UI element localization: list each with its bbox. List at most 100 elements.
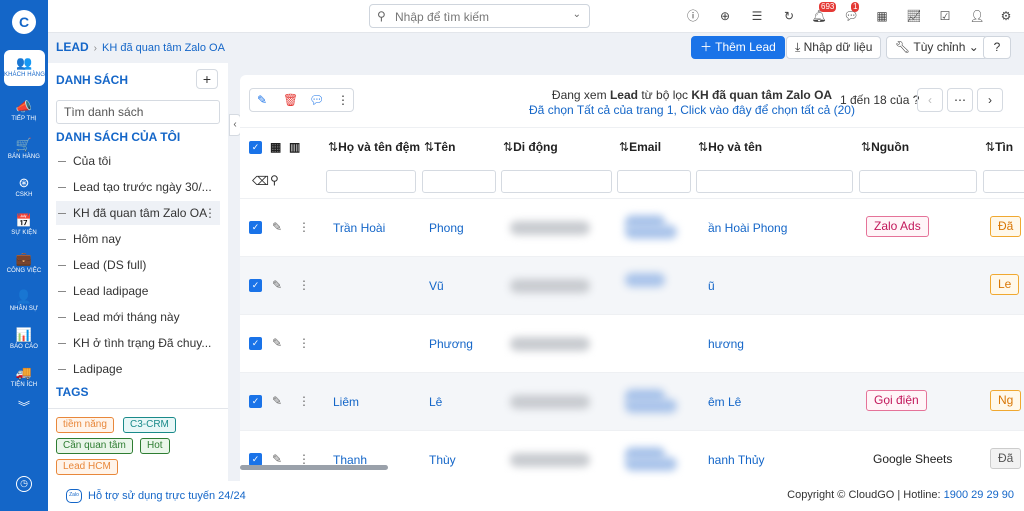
first-name-cell[interactable]: Phong [429, 221, 464, 235]
checkbox-icon[interactable]: ☑ [937, 8, 953, 24]
rail-item-1[interactable]: 📣 TIẾP THỊ [0, 94, 48, 130]
horizontal-scrollbar[interactable] [240, 465, 388, 470]
settings-icon[interactable]: ⚙ [998, 8, 1014, 24]
first-name-cell[interactable]: Phương [429, 337, 473, 351]
list-icon[interactable]: ☰ [749, 8, 765, 24]
add-list-button[interactable]: + [196, 69, 218, 89]
pencil-icon[interactable]: ✎ [272, 394, 282, 408]
app-logo[interactable]: C [12, 10, 36, 34]
select-all-checkbox[interactable]: ✓ [249, 141, 262, 154]
pencil-icon[interactable]: ✎ [272, 336, 282, 350]
filter-first-name[interactable] [422, 170, 496, 193]
user-icon[interactable]: 👤︎ [969, 8, 985, 24]
rail-item-3[interactable]: ⊛ CSKH [0, 170, 48, 206]
table-row[interactable]: ✓ ✎ ⋮ Thanh Thùy hanh Thủy Google Sheets Đã [240, 430, 1024, 481]
list-item[interactable]: Hôm nay [56, 227, 220, 251]
more-icon[interactable]: ⋮ [298, 452, 310, 466]
refresh-icon[interactable]: ↻ [781, 8, 797, 24]
clock-icon[interactable]: ◷ [16, 476, 32, 492]
column-header[interactable]: ⇅Di động [503, 140, 558, 154]
global-search-input[interactable]: ⚲ Nhập để tìm kiếm ⌄ [369, 4, 590, 28]
column-settings-icon[interactable]: ▥ [289, 140, 300, 154]
filter-middle-name[interactable] [326, 170, 416, 193]
list-item[interactable]: KH đã quan tâm Zalo OA ⋮ [56, 201, 220, 225]
rail-item-0[interactable]: 👥 KHÁCH HÀNG [4, 50, 45, 86]
table-icon[interactable]: ▦ [270, 140, 281, 154]
column-header[interactable]: ⇅Tên [424, 140, 455, 154]
chat-icon[interactable]: 💬︎ 1 [843, 2, 860, 24]
double-chevron-down-icon[interactable]: ︾ [0, 398, 48, 415]
chart-icon[interactable]: 📈︎ [906, 8, 922, 24]
filter-source[interactable] [859, 170, 977, 193]
pencil-icon[interactable]: ✎ [272, 452, 282, 466]
rail-item-8[interactable]: 🚚 TIỆN ÍCH [0, 360, 48, 396]
tag-chip[interactable]: Lead HCM [56, 459, 118, 475]
middle-name-cell[interactable]: Trần Hoài [333, 221, 385, 235]
list-item-more-icon[interactable]: ⋮ [204, 201, 216, 225]
eraser-icon[interactable]: ⌫ [252, 174, 269, 188]
column-header[interactable]: ⇅Họ và tên đệm [328, 140, 420, 154]
more-icon[interactable]: ⋮ [298, 278, 310, 292]
customize-button[interactable]: 🔧︎ Tùy chỉnh ⌄ [886, 36, 988, 59]
row-checkbox[interactable]: ✓ [249, 395, 262, 408]
column-header[interactable]: ⇅Tìn [985, 140, 1013, 154]
full-name-cell[interactable]: ũ [708, 279, 715, 293]
full-name-cell[interactable]: hanh Thủy [708, 453, 765, 467]
add-lead-button[interactable]: ＋ Thêm Lead [691, 36, 785, 59]
first-name-cell[interactable]: Lê [429, 395, 442, 409]
list-item[interactable]: Lead (DS full) [56, 253, 220, 277]
tag-chip[interactable]: tiềm năng [56, 417, 114, 433]
filter-mobile[interactable] [501, 170, 612, 193]
bell-icon[interactable]: 🔔︎ 693 [811, 2, 837, 24]
list-item[interactable]: Ladipage [56, 357, 220, 381]
more-icon[interactable]: ⋮ [298, 394, 310, 408]
more-icon[interactable]: ⋮ [298, 220, 310, 234]
list-item[interactable]: Của tôi [56, 149, 220, 173]
more-options-button[interactable]: ⋯ [947, 88, 973, 112]
tag-chip[interactable]: Cần quan tâm [56, 438, 133, 454]
rail-item-5[interactable]: 💼 CÔNG VIỆC [0, 246, 48, 282]
full-name-cell[interactable]: êm Lê [708, 395, 741, 409]
calendar-icon[interactable]: ▦ [874, 8, 890, 24]
row-checkbox[interactable]: ✓ [249, 279, 262, 292]
tag-chip[interactable]: Hot [140, 438, 170, 454]
chevron-down-icon[interactable]: ⌄ [573, 9, 581, 20]
rail-item-7[interactable]: 📊 BÁO CÁO [0, 322, 48, 358]
column-header[interactable]: ⇅Họ và tên [698, 140, 762, 154]
table-row[interactable]: ✓ ✎ ⋮ Vũ ũ Le [240, 256, 1024, 314]
full-name-cell[interactable]: hương [708, 337, 744, 351]
list-item[interactable]: Lead tạo trước ngày 30/... [56, 175, 220, 199]
table-row[interactable]: ✓ ✎ ⋮ Trần Hoài Phong ần Hoài Phong Zalo Ads Đã [240, 198, 1024, 256]
info-icon[interactable]: ⓘ [685, 8, 701, 24]
more-icon[interactable]: ⋮ [298, 336, 310, 350]
rail-item-4[interactable]: 📅 SỰ KIỆN [0, 208, 48, 244]
table-row[interactable]: ✓ ✎ ⋮ Phương hương [240, 314, 1024, 372]
column-header[interactable]: ⇅Email [619, 140, 661, 154]
plus-circle-icon[interactable]: ⊕ [717, 8, 733, 24]
rail-item-2[interactable]: 🛒 BÁN HÀNG [0, 132, 48, 168]
import-button[interactable]: ⤓ Nhập dữ liệu [786, 36, 882, 59]
pencil-icon[interactable]: ✎ [272, 220, 282, 234]
middle-name-cell[interactable]: Liêm [333, 395, 359, 409]
next-page-button[interactable]: › [977, 88, 1003, 112]
row-checkbox[interactable]: ✓ [249, 221, 262, 234]
tag-chip[interactable]: C3-CRM [123, 417, 176, 433]
help-button[interactable]: ? [983, 36, 1011, 59]
list-search-input[interactable]: Tìm danh sách [56, 100, 220, 124]
prev-page-button[interactable]: ‹ [917, 88, 943, 112]
breadcrumb-root[interactable]: LEAD [56, 40, 89, 54]
support-link[interactable]: Hỗ trợ sử dụng trực tuyến 24/24 [88, 490, 246, 502]
first-name-cell[interactable]: Thùy [429, 453, 456, 467]
filter-status[interactable] [983, 170, 1024, 193]
first-name-cell[interactable]: Vũ [429, 279, 444, 293]
table-row[interactable]: ✓ ✎ ⋮ Liêm Lê êm Lê Gọi điện Ng [240, 372, 1024, 430]
list-item[interactable]: Lead ladipage [56, 279, 220, 303]
full-name-cell[interactable]: ần Hoài Phong [708, 221, 787, 235]
rail-item-6[interactable]: 👤 NHÂN SỰ [0, 284, 48, 320]
filter-full-name[interactable] [696, 170, 853, 193]
list-item[interactable]: KH ở tình trạng Đã chuy... [56, 331, 220, 355]
pencil-icon[interactable]: ✎ [272, 278, 282, 292]
list-item[interactable]: Lead mới tháng này [56, 305, 220, 329]
hotline[interactable]: 1900 29 29 90 [944, 489, 1014, 501]
column-header[interactable]: ⇅Nguồn [861, 140, 909, 154]
